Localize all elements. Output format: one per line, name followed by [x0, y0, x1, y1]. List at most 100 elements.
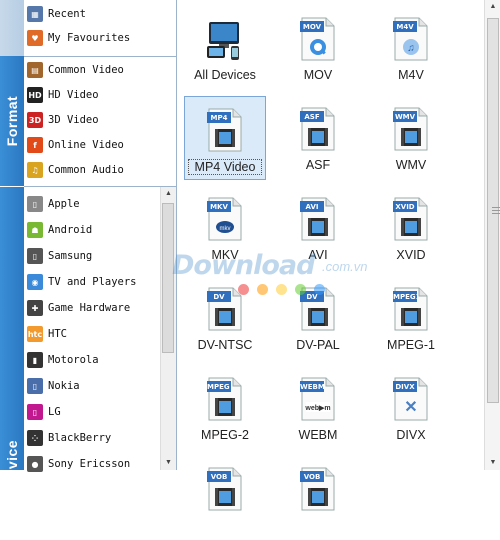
list-item-label: HD Video	[48, 89, 99, 101]
list-item[interactable]: HD HD Video	[24, 83, 176, 107]
list-item-label: LG	[48, 406, 61, 418]
format-badge: DV	[213, 293, 225, 301]
list-item[interactable]: htc HTC	[24, 322, 176, 346]
format-tile[interactable]: MPEG1 MPEG-1	[370, 276, 452, 360]
format-device-picker: Format Device ▦ Recent ♥ My Favourites ▤ Com…	[0, 0, 500, 511]
list-item[interactable]: ▯ Nokia	[24, 374, 176, 398]
ipod-icon: ▯	[27, 196, 43, 212]
list-item-label: Apple	[48, 198, 80, 210]
list-item-label: TV and Players	[48, 276, 137, 288]
list-item[interactable]: ▯ Apple	[24, 192, 176, 216]
list-item-label: 3D Video	[48, 114, 99, 126]
svg-text:mkv: mkv	[220, 226, 231, 232]
nokia-phone-icon: ▯	[27, 378, 43, 394]
scroll-down-icon[interactable]: ▼	[485, 456, 500, 470]
list-item[interactable]: 3D 3D Video	[24, 108, 176, 132]
tab-recent[interactable]	[0, 0, 24, 56]
samsung-phone-icon: ▯	[27, 248, 43, 264]
list-item-label: Common Video	[48, 64, 124, 76]
format-tile-label: WEBM	[298, 428, 338, 442]
format-tile-label: DV-PAL	[296, 338, 340, 352]
list-item-label: Game Hardware	[48, 302, 131, 314]
format-tile[interactable]: All Devices	[184, 6, 266, 90]
list-item[interactable]: ▦ Recent	[24, 2, 176, 26]
list-item[interactable]: ◉ TV and Players	[24, 270, 176, 294]
gamepad-icon: ✚	[27, 300, 43, 316]
htc-icon: htc	[27, 326, 43, 342]
lg-phone-icon: ▯	[27, 404, 43, 420]
3d-icon: 3D	[27, 112, 43, 128]
format-tile-label: MOV	[303, 68, 333, 82]
list-item-label: HTC	[48, 328, 67, 340]
format-tile[interactable]: WMV WMV	[370, 96, 452, 180]
tv-icon: ◉	[27, 274, 43, 290]
format-grid-scrollbar[interactable]: ▲ ▼	[484, 0, 500, 470]
format-tile-label: M4V	[398, 68, 424, 82]
list-item[interactable]: f Online Video	[24, 133, 176, 157]
scroll-down-icon[interactable]: ▼	[161, 456, 176, 470]
motorola-phone-icon: ▮	[27, 352, 43, 368]
tab-device-label: Device	[4, 439, 20, 489]
format-grid: All Devices MOV MOV ♫ M4V M4V MP4 MP4 Video ASF A…	[178, 0, 484, 511]
list-item-label: Motorola	[48, 354, 99, 366]
format-tile[interactable]: ✕ DIVX DIVX	[370, 366, 452, 450]
format-tile-label: XVID	[396, 248, 426, 262]
scroll-thumb[interactable]	[487, 18, 500, 403]
list-item[interactable]: ● Sony Ericsson	[24, 452, 176, 476]
format-badge: WEBM	[300, 383, 324, 391]
list-item[interactable]: ▤ Common Video	[24, 58, 176, 82]
scroll-up-icon[interactable]: ▲	[485, 0, 500, 14]
list-item[interactable]: ⁘ BlackBerry	[24, 426, 176, 450]
format-tile[interactable]: ASF ASF	[277, 96, 359, 180]
list-item-label: Sony Ericsson	[48, 458, 131, 470]
format-badge: MPEG1	[393, 293, 417, 301]
list-item[interactable]: ▯ Samsung	[24, 244, 176, 268]
format-badge: XVID	[395, 203, 415, 211]
tab-format[interactable]: Format	[0, 56, 24, 186]
film-icon: ▤	[27, 62, 43, 78]
list-item[interactable]: ♥ My Favourites	[24, 26, 176, 50]
device-category-list: ▯ Apple ☗ Android ▯ Samsung ◉ TV and Players ✚ Ga…	[24, 187, 177, 472]
list-item[interactable]: ☗ Android	[24, 218, 176, 242]
format-tile[interactable]: VOB	[184, 456, 266, 540]
list-item-label: Nokia	[48, 380, 80, 392]
format-badge: ASF	[304, 113, 320, 121]
format-tile-label: MP4 Video	[188, 159, 262, 175]
online-video-icon: f	[27, 137, 43, 153]
list-item[interactable]: ▮ Motorola	[24, 348, 176, 372]
format-tile[interactable]: mkv MKV MKV	[184, 186, 266, 270]
tab-format-label: Format	[4, 95, 20, 147]
android-icon: ☗	[27, 222, 43, 238]
format-tile[interactable]: MPEG 2 MPEG-2	[184, 366, 266, 450]
list-item-label: Android	[48, 224, 93, 236]
list-item-label: Recent	[48, 8, 86, 20]
format-badge: WMV	[394, 113, 416, 121]
format-badge: VOB	[210, 473, 228, 481]
scroll-thumb[interactable]	[162, 203, 174, 353]
format-tile[interactable]: MP4 MP4 Video	[184, 96, 266, 180]
format-tile-label: DV-NTSC	[197, 338, 253, 352]
format-tile[interactable]: VOB	[277, 456, 359, 540]
format-tile[interactable]: web▶m WEBM WEBM	[277, 366, 359, 450]
scroll-up-icon[interactable]: ▲	[161, 187, 176, 201]
list-item[interactable]: ♫ Common Audio	[24, 158, 176, 182]
list-item-label: Common Audio	[48, 164, 124, 176]
recent-list: ▦ Recent ♥ My Favourites	[24, 0, 177, 56]
list-item[interactable]: ✚ Game Hardware	[24, 296, 176, 320]
format-tile[interactable]: XVID XVID	[370, 186, 452, 270]
format-tile[interactable]: MOV MOV	[277, 6, 359, 90]
tab-device[interactable]: Device	[0, 187, 24, 488]
format-badge: AVI	[305, 203, 319, 211]
format-tile[interactable]: ♫ M4V M4V	[370, 6, 452, 90]
format-badge: VOB	[303, 473, 321, 481]
format-tile[interactable]: AVI AVI	[277, 186, 359, 270]
format-badge: MOV	[302, 23, 322, 31]
music-note-icon: ♫	[27, 162, 43, 178]
device-list-scrollbar[interactable]: ▲ ▼	[160, 187, 176, 470]
svg-text:✕: ✕	[404, 399, 417, 416]
svg-text:♫: ♫	[407, 43, 415, 54]
format-badge: M4V	[396, 23, 414, 31]
list-item[interactable]: ▯ LG	[24, 400, 176, 424]
format-badge: MKV	[210, 203, 228, 211]
format-tile-label: MPEG-2	[201, 428, 249, 442]
